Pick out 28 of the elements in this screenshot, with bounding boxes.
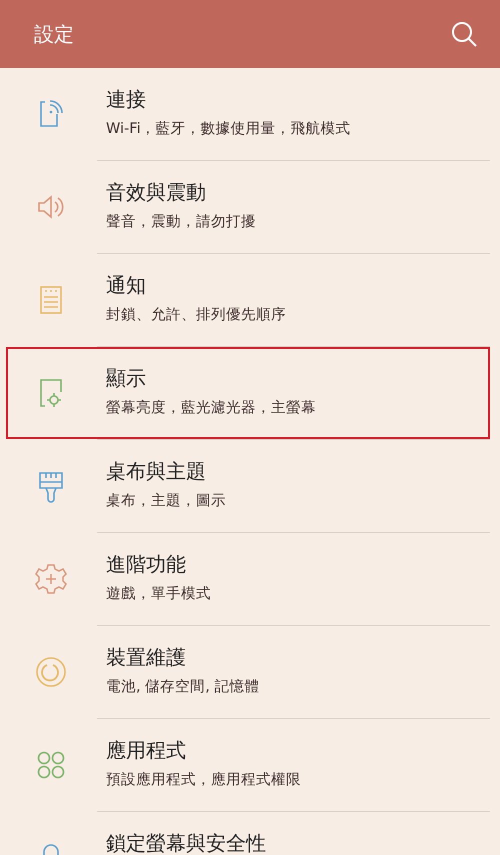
search-icon[interactable]: [450, 20, 478, 48]
item-title: 進階功能: [106, 551, 187, 578]
item-subtitle: 封鎖、允許、排列優先順序: [106, 306, 286, 324]
settings-item[interactable]: 進階功能 遊戲，單手模式: [6, 533, 490, 625]
item-subtitle: 遊戲，單手模式: [106, 584, 211, 603]
settings-item[interactable]: 桌布與主題 桌布，主題，圖示: [6, 440, 490, 532]
item-title: 鎖定螢幕與安全性: [106, 830, 266, 855]
item-title: 應用程式: [106, 737, 187, 764]
item-subtitle: 電池, 儲存空間, 記憶體: [106, 678, 260, 696]
item-title: 桌布與主題: [106, 458, 207, 485]
item-subtitle: 聲音，震動，請勿打擾: [106, 212, 256, 231]
item-title: 音效與震動: [106, 179, 207, 206]
item-subtitle: Wi-Fi，藍牙，數據使用量，飛航模式: [106, 120, 351, 138]
item-title: 顯示: [106, 365, 147, 392]
settings-item[interactable]: 音效與震動 聲音，震動，請勿打擾: [6, 161, 490, 253]
item-title: 通知: [106, 272, 147, 299]
app-bar-title: 設定: [34, 20, 74, 48]
item-title: 連接: [106, 86, 147, 113]
item-title: 裝置維護: [106, 644, 187, 671]
settings-item[interactable]: 通知 封鎖、允許、排列優先順序: [6, 254, 490, 346]
settings-item[interactable]: 鎖定螢幕與安全性: [6, 812, 490, 855]
item-subtitle: 預設應用程式，應用程式權限: [106, 770, 301, 789]
settings-item[interactable]: 應用程式 預設應用程式，應用程式權限: [6, 719, 490, 811]
highlighted-settings-item[interactable]: 顯示 螢幕亮度，藍光濾光器，主螢幕: [6, 347, 490, 439]
settings-item[interactable]: 連接 Wi-Fi，藍牙，數據使用量，飛航模式: [6, 68, 490, 160]
settings-item[interactable]: 裝置維護 電池, 儲存空間, 記憶體: [6, 626, 490, 718]
item-subtitle: 桌布，主題，圖示: [106, 492, 226, 510]
item-subtitle: 螢幕亮度，藍光濾光器，主螢幕: [106, 398, 316, 417]
